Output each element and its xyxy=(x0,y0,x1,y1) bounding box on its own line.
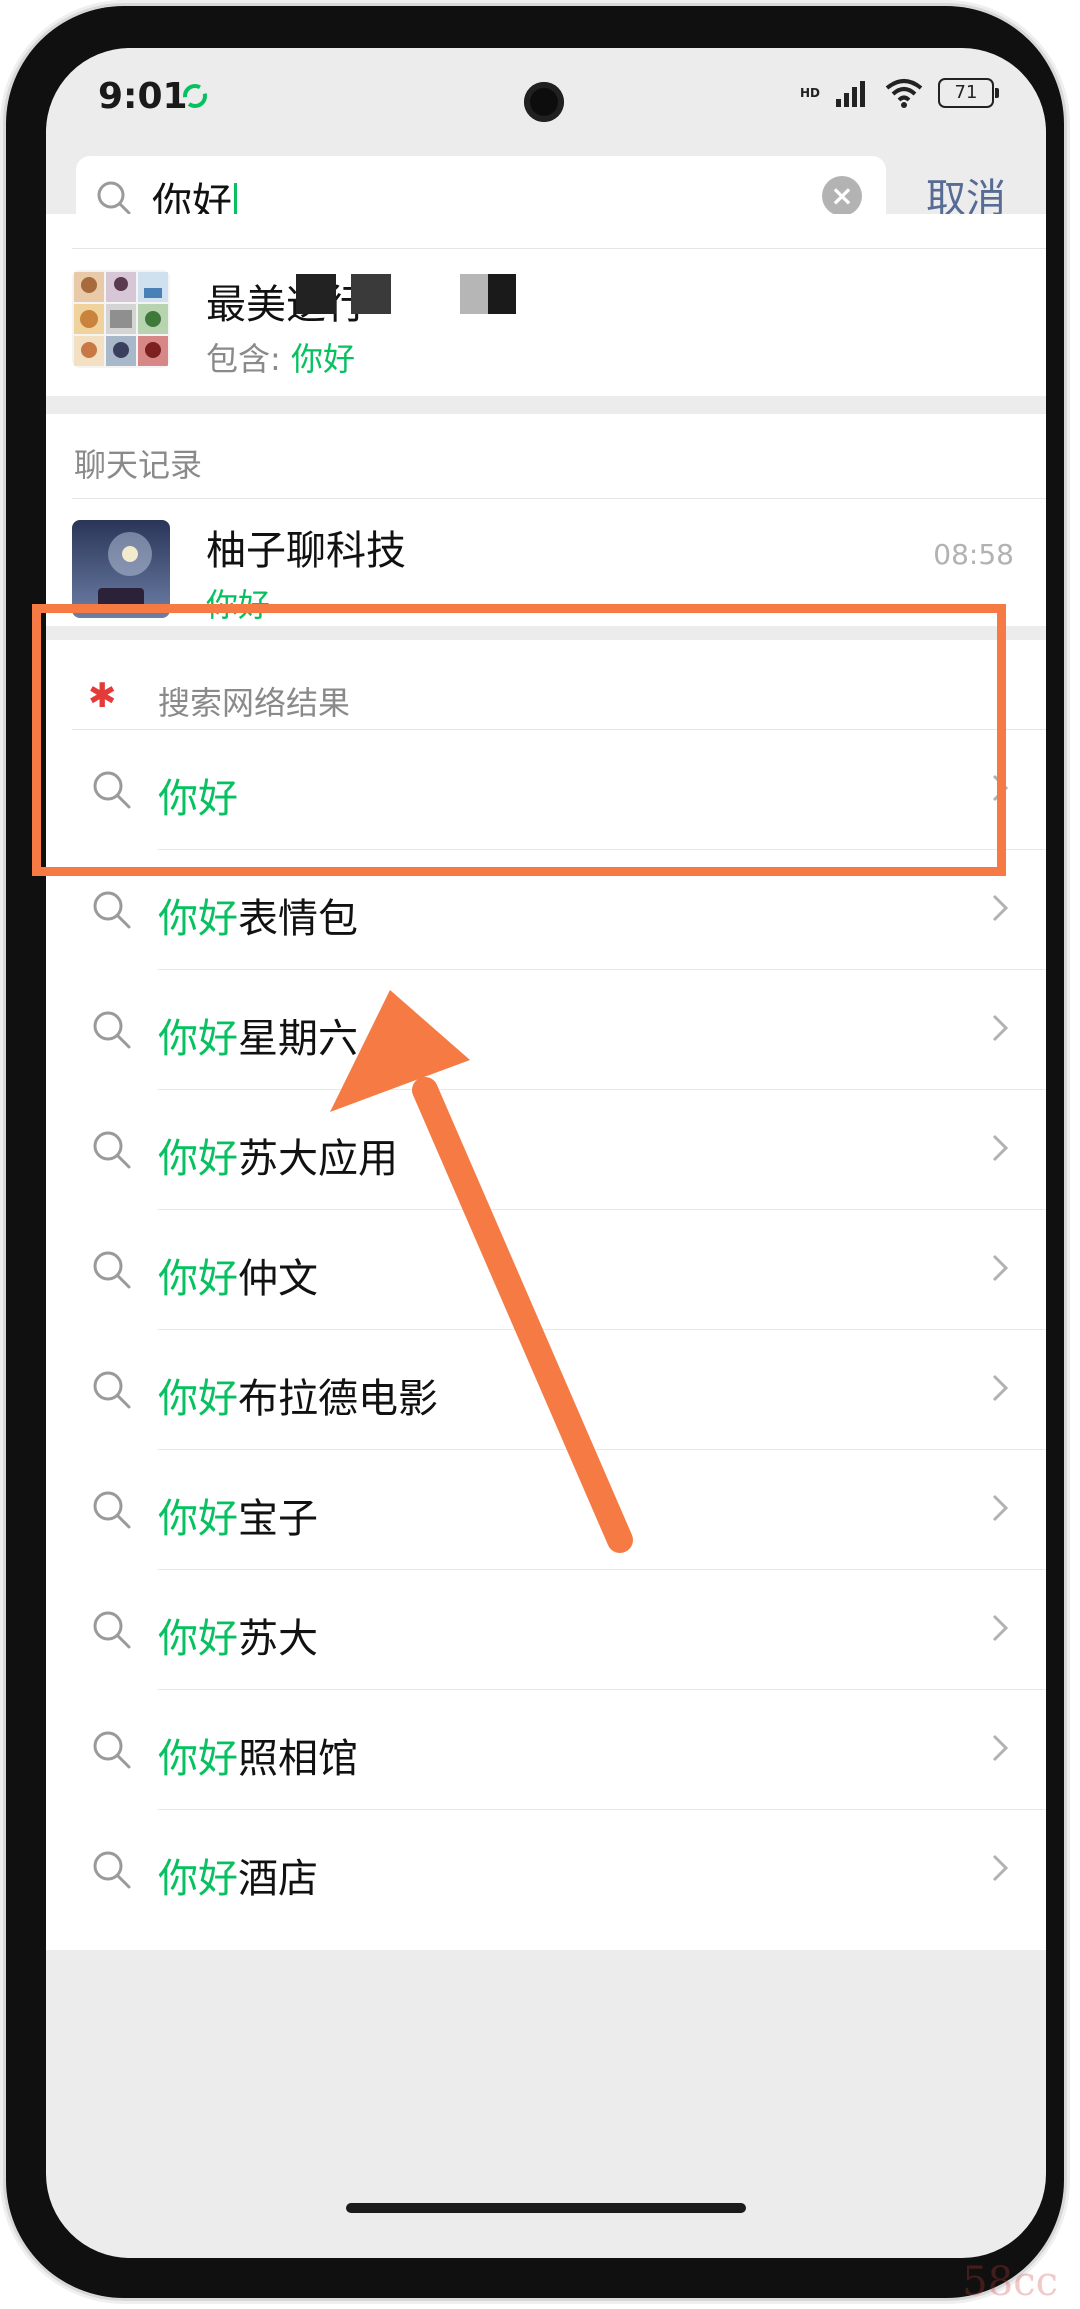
suggestion-text: 你好照相馆 xyxy=(158,1736,358,1782)
redaction-block xyxy=(460,274,516,314)
watermark: 58cc xyxy=(962,2259,1058,2305)
group-avatar xyxy=(72,270,170,368)
search-icon xyxy=(93,1731,131,1769)
phone-frame: 9:01 HD 71 你好 × 取消 最美逆行 包含: 你好 聊天记录 柚子聊科… xyxy=(6,6,1064,2298)
suggestion-text: 你好表情包 xyxy=(158,896,358,942)
suggestion-text: 你好星期六 xyxy=(158,1016,358,1062)
hd-icon: HD xyxy=(799,86,820,100)
search-icon xyxy=(93,1371,131,1409)
clear-icon[interactable]: × xyxy=(822,176,862,216)
battery-icon: 71 xyxy=(938,78,999,108)
chevron-right-icon xyxy=(992,1614,1009,1642)
search-icon xyxy=(93,1251,131,1289)
search-icon xyxy=(93,1011,131,1049)
suggestion-text: 你好宝子 xyxy=(158,1496,318,1542)
group-name: 最美逆行 xyxy=(206,282,366,328)
redaction-block xyxy=(296,274,336,314)
chevron-right-icon xyxy=(992,894,1009,922)
chat-time: 08:58 xyxy=(933,538,1014,571)
suggestion-item[interactable]: 你好照相馆 xyxy=(46,1690,1046,1810)
redaction-block xyxy=(351,274,391,314)
search-icon xyxy=(93,1491,131,1529)
wifi-icon xyxy=(885,79,923,108)
chevron-right-icon xyxy=(992,1374,1009,1402)
suggestion-text: 你好酒店 xyxy=(158,1856,318,1902)
sync-icon xyxy=(183,84,207,108)
group-avatar-icon xyxy=(74,272,168,366)
screen: 9:01 HD 71 你好 × 取消 最美逆行 包含: 你好 聊天记录 柚子聊科… xyxy=(46,48,1046,2258)
section-title-chat: 聊天记录 xyxy=(74,446,203,484)
chevron-right-icon xyxy=(992,1494,1009,1522)
search-icon xyxy=(93,1131,131,1169)
suggestion-item[interactable]: 你好宝子 xyxy=(46,1450,1046,1570)
search-icon xyxy=(93,1611,131,1649)
search-icon xyxy=(93,1851,131,1889)
search-icon xyxy=(93,891,131,929)
chat-name: 柚子聊科技 xyxy=(206,528,406,574)
signal-icon xyxy=(836,81,865,107)
suggestion-list: 你好 你好表情包 你好星期六 你好苏大应用 你好仲文 你好布拉德电影 你好宝子 你好苏大 你好照… xyxy=(46,730,1046,1930)
suggestion-item[interactable]: 你好酒店 xyxy=(46,1810,1046,1930)
suggestion-text: 你好仲文 xyxy=(158,1256,318,1302)
chevron-right-icon xyxy=(992,1134,1009,1162)
front-camera xyxy=(524,82,564,122)
chevron-right-icon xyxy=(992,1014,1009,1042)
suggestion-item[interactable]: 你好仲文 xyxy=(46,1210,1046,1330)
frequent-item[interactable]: 最美逆行 包含: 你好 xyxy=(46,248,1046,396)
status-time: 9:01 xyxy=(98,76,188,117)
divider xyxy=(72,498,1046,499)
search-icon xyxy=(97,181,131,215)
suggestion-text: 你好苏大应用 xyxy=(158,1136,398,1182)
chevron-right-icon xyxy=(992,1854,1009,1882)
status-indicators: HD 71 xyxy=(799,78,999,108)
home-indicator[interactable] xyxy=(346,2203,746,2213)
highlight-box xyxy=(32,604,1006,876)
chevron-right-icon xyxy=(992,1734,1009,1762)
suggestion-text: 你好布拉德电影 xyxy=(158,1376,438,1422)
divider xyxy=(72,248,1046,249)
suggestion-item[interactable]: 你好布拉德电影 xyxy=(46,1330,1046,1450)
suggestion-text: 你好苏大 xyxy=(158,1616,318,1662)
group-match: 包含: 你好 xyxy=(206,340,355,378)
suggestion-item[interactable]: 你好苏大 xyxy=(46,1570,1046,1690)
chat-section-header: 聊天记录 xyxy=(46,414,1046,498)
chevron-right-icon xyxy=(992,1254,1009,1282)
suggestion-item[interactable]: 你好星期六 xyxy=(46,970,1046,1090)
suggestion-item[interactable]: 你好苏大应用 xyxy=(46,1090,1046,1210)
status-bar: 9:01 HD 71 xyxy=(46,48,1046,158)
